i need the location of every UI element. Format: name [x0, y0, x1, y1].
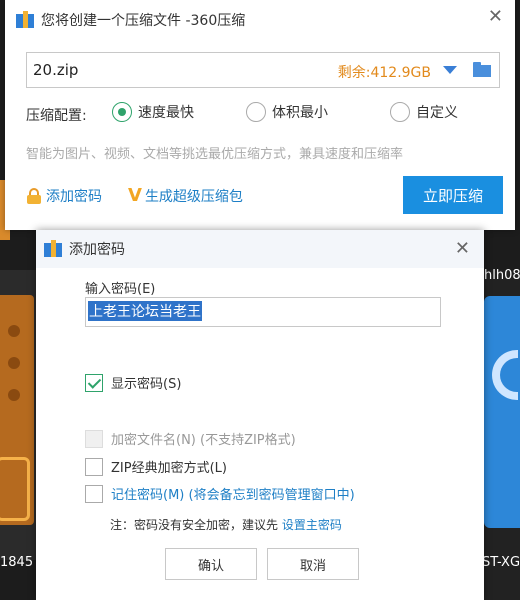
super-pack-label: 生成超级压缩包 — [144, 188, 243, 205]
zip-classic-checkbox[interactable]: ZIP经典加密方式(L) — [85, 457, 227, 476]
show-password-checkbox[interactable]: 显示密码(S) — [85, 373, 181, 392]
desktop-selection-outline — [0, 457, 30, 521]
compress-window: 您将创建一个压缩文件 -360压缩 ✕ 20.zip 剩余:412.9GB 压缩… — [5, 0, 515, 230]
security-note: 注：密码没有安全加密，建议先 设置主密码 — [110, 516, 342, 533]
radio-custom[interactable]: 自定义 — [390, 102, 458, 122]
desktop-item-label: hlh08 — [484, 268, 520, 283]
desktop-item-label: ST-XG — [482, 555, 520, 570]
close-icon[interactable]: ✕ — [488, 6, 503, 27]
chevron-down-icon[interactable] — [443, 66, 457, 74]
radio-smallest[interactable]: 体积最小 — [246, 102, 328, 122]
radio-label: 自定义 — [416, 105, 458, 121]
remember-password-checkbox[interactable]: 记住密码(M) (将会备忘到密码管理窗口中) — [85, 484, 355, 503]
set-master-password-link[interactable]: 设置主密码 — [282, 518, 342, 532]
add-password-link[interactable]: 添加密码 — [26, 186, 102, 206]
confirm-button[interactable]: 确认 — [165, 548, 257, 580]
compress-config-label: 压缩配置: — [26, 108, 87, 124]
checkbox-checked-icon — [85, 373, 103, 392]
add-password-label: 添加密码 — [46, 189, 102, 205]
checkbox-unchecked-icon — [85, 484, 103, 503]
note-text: 注：密码没有安全加密，建议先 — [110, 518, 282, 532]
password-input-label: 输入密码(E) — [85, 282, 156, 297]
folder-decoration — [8, 357, 20, 369]
folder-browse-icon[interactable] — [473, 62, 491, 77]
dialog-title-text: 添加密码 — [69, 242, 125, 258]
radio-unselected-icon — [390, 102, 410, 122]
checkbox-label: 加密文件名(N) (不支持ZIP格式) — [111, 433, 296, 448]
compress-now-button[interactable]: 立即压缩 — [403, 176, 503, 214]
checkbox-unchecked-icon — [85, 457, 103, 476]
desktop-item-label: 1845 — [0, 555, 34, 570]
dialog-title: 添加密码 — [44, 239, 125, 259]
checkbox-label: ZIP经典加密方式(L) — [111, 461, 227, 476]
archive-app-icon — [44, 240, 62, 258]
lock-icon — [26, 188, 42, 204]
desktop-folder-icon[interactable] — [0, 295, 34, 525]
folder-decoration — [8, 389, 20, 401]
window-title-text: 您将创建一个压缩文件 -360压缩 — [41, 13, 246, 29]
folder-decoration — [8, 325, 20, 337]
archive-app-icon — [16, 11, 34, 29]
radio-label: 速度最快 — [138, 105, 194, 121]
encrypt-filenames-checkbox: 加密文件名(N) (不支持ZIP格式) — [85, 429, 296, 448]
radio-fastest[interactable]: 速度最快 — [112, 102, 194, 122]
vip-icon: V — [128, 185, 142, 206]
checkbox-disabled-icon — [85, 429, 103, 448]
compress-hint: 智能为图片、视频、文档等挑选最优压缩方式，兼具速度和压缩率 — [26, 147, 404, 162]
thumbnail-graphic — [492, 350, 518, 400]
desktop-thumbnail[interactable] — [484, 296, 520, 528]
window-title: 您将创建一个压缩文件 -360压缩 — [16, 10, 245, 30]
radio-unselected-icon — [246, 102, 266, 122]
free-space-label: 剩余:412.9GB — [337, 65, 431, 81]
radio-selected-icon — [112, 102, 132, 122]
archive-path-value[interactable]: 20.zip — [33, 61, 78, 79]
password-value[interactable]: 上老王论坛当老王 — [88, 301, 202, 321]
checkbox-label: 显示密码(S) — [111, 377, 182, 392]
radio-label: 体积最小 — [272, 105, 328, 121]
super-pack-link[interactable]: V 生成超级压缩包 — [128, 185, 243, 206]
close-icon[interactable]: ✕ — [455, 238, 470, 259]
archive-path-field[interactable]: 20.zip 剩余:412.9GB — [26, 52, 500, 88]
checkbox-label: 记住密码(M) (将会备忘到密码管理窗口中) — [111, 488, 355, 503]
add-password-dialog: 添加密码 ✕ 输入密码(E) 上老王论坛当老王 显示密码(S) 加密文件名(N)… — [36, 230, 484, 600]
cancel-button[interactable]: 取消 — [267, 548, 359, 580]
password-input[interactable]: 上老王论坛当老王 — [85, 297, 441, 327]
